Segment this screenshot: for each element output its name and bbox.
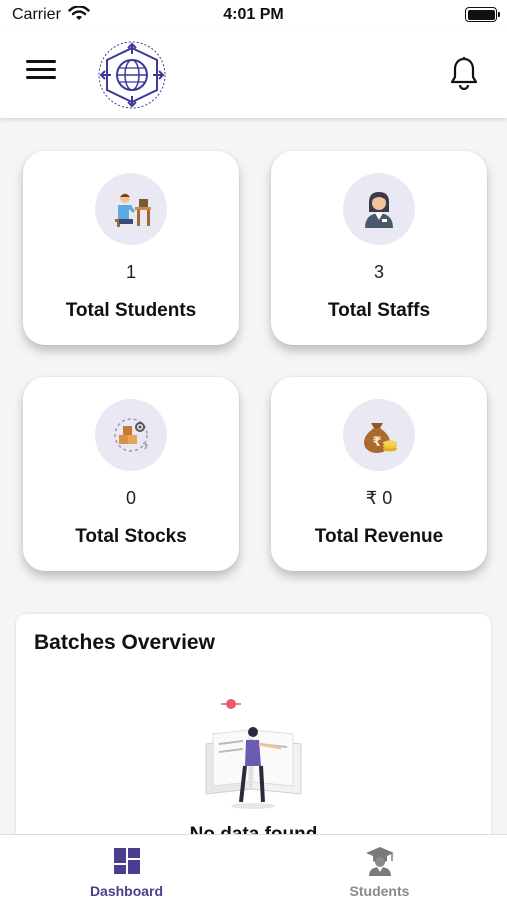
app-header [0,30,507,118]
tab-students[interactable]: Students [253,835,506,900]
status-time: 4:01 PM [223,6,284,23]
total-students-card[interactable]: 1 Total Students [23,151,239,345]
institute-logo-icon [98,41,166,109]
batches-overview-card: Batches Overview No data found [16,614,491,854]
dashboard-grid-icon [113,848,140,874]
tab-dashboard[interactable]: Dashboard [0,835,253,900]
total-stocks-label: Total Stocks [75,526,187,547]
battery-icon [465,7,500,22]
empty-book-illustration [205,699,302,809]
total-stocks-value: 0 [125,488,136,508]
stock-boxes-icon [95,399,167,471]
batches-overview-title: Batches Overview [34,631,215,654]
total-revenue-card[interactable]: ₹ ₹ 0 Total Revenue [271,377,487,571]
svg-text:₹: ₹ [372,435,381,450]
staff-person-icon [343,173,415,245]
hamburger-menu-icon[interactable] [26,60,56,84]
total-stocks-card[interactable]: 0 Total Stocks [23,377,239,571]
total-staffs-value: 3 [373,262,384,282]
bell-icon[interactable] [449,56,479,90]
student-desk-icon [95,173,167,245]
total-revenue-value: ₹ 0 [365,488,393,508]
total-staffs-card[interactable]: 3 Total Staffs [271,151,487,345]
total-students-label: Total Students [65,300,197,321]
total-revenue-label: Total Revenue [314,526,444,547]
money-bag-icon: ₹ [343,399,415,471]
tab-dashboard-label: Dashboard [89,883,164,899]
total-students-value: 1 [125,262,136,282]
bottom-tab-bar: Dashboard Students [0,834,507,900]
status-bar: Carrier 4:01 PM [0,0,507,30]
tab-students-label: Students [349,883,410,899]
graduate-icon [365,847,394,876]
total-staffs-label: Total Staffs [327,300,431,321]
